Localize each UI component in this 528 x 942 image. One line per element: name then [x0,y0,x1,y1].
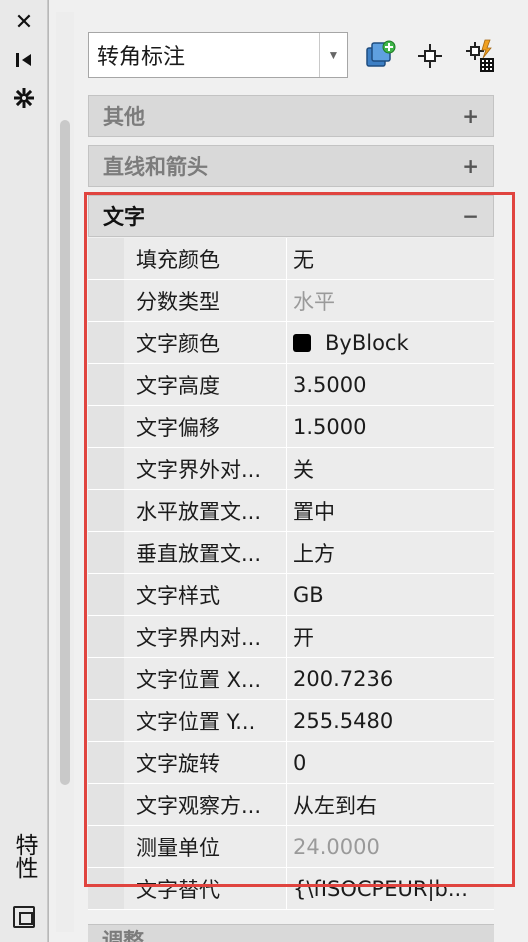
expand-icon[interactable]: + [462,104,479,128]
property-value[interactable]: 开 [287,616,494,658]
property-value[interactable]: 上方 [287,532,494,574]
object-type-value: 转角标注 [97,45,186,70]
property-value[interactable]: 200.7236 [287,658,494,700]
property-value: ByBlock [325,331,409,355]
property-name: 文字旋转 [124,742,287,784]
property-value-container[interactable]: ByBlock [287,322,494,364]
toggle-pickadd-icon[interactable] [460,36,500,76]
property-name: 文字颜色 [124,322,287,364]
property-name: 文字样式 [124,574,287,616]
property-row-text-pos-vertical[interactable]: 垂直放置文... 上方 [88,532,494,574]
property-row-text-offset[interactable]: 文字偏移 1.5000 [88,406,494,448]
expand-icon[interactable]: + [462,154,479,178]
auto-hide-icon[interactable] [10,46,38,74]
collapse-icon[interactable]: − [462,204,479,228]
property-value[interactable]: 从左到右 [287,784,494,826]
palette-title: 特性 [11,833,37,879]
color-swatch [293,334,311,352]
property-row-text-outside-align[interactable]: 文字界外对... 关 [88,448,494,490]
palette-title-strip: ✕ 特性 [0,0,48,942]
property-name: 文字高度 [124,364,287,406]
scrollbar-thumb[interactable] [60,120,70,785]
property-value[interactable]: 0 [287,742,494,784]
chevron-down-icon[interactable]: ▼ [319,33,347,77]
property-value[interactable]: {\fISOCPEUR|b... [287,868,494,910]
category-lines-arrows[interactable]: 直线和箭头 + [88,145,494,187]
property-row-text-rotation[interactable]: 文字旋转 0 [88,742,494,784]
property-value[interactable]: 关 [287,448,494,490]
property-value[interactable]: 置中 [287,490,494,532]
category-fit[interactable]: 调整 [88,924,494,942]
property-row-measurement[interactable]: 测量单位 24.0000 [88,826,494,868]
property-row-text-style[interactable]: 文字样式 GB [88,574,494,616]
property-value[interactable]: 3.5000 [287,364,494,406]
quick-select-icon[interactable] [360,36,400,76]
property-name: 文字偏移 [124,406,287,448]
property-row-text-inside-align[interactable]: 文字界内对... 开 [88,616,494,658]
property-name: 文字观察方... [124,784,287,826]
property-name: 分数类型 [124,280,287,322]
property-value[interactable]: 255.5480 [287,700,494,742]
property-grid: 填充颜色 无 分数类型 水平 文字颜色 ByBlock 文字高度 3.5000 … [88,238,494,910]
property-row-text-position-y[interactable]: 文字位置 Y... 255.5480 [88,700,494,742]
category-lines-arrows-label: 直线和箭头 [103,155,208,179]
property-name: 文字替代 [124,868,287,910]
property-name: 文字界外对... [124,448,287,490]
property-name: 文字界内对... [124,616,287,658]
category-text[interactable]: 文字 − [88,195,494,237]
property-value[interactable]: 无 [287,238,494,280]
property-name: 测量单位 [124,826,287,868]
property-name: 填充颜色 [124,238,287,280]
property-name: 文字位置 Y... [124,700,287,742]
palette-menu-icon[interactable] [13,906,35,928]
property-row-fill-color[interactable]: 填充颜色 无 [88,238,494,280]
property-row-text-view-direction[interactable]: 文字观察方... 从左到右 [88,784,494,826]
category-text-label: 文字 [103,205,145,229]
property-value[interactable]: 1.5000 [287,406,494,448]
property-value[interactable]: GB [287,574,494,616]
category-other[interactable]: 其他 + [88,95,494,137]
property-name: 垂直放置文... [124,532,287,574]
property-row-fraction-type[interactable]: 分数类型 水平 [88,280,494,322]
object-type-select[interactable]: 转角标注 ▼ [88,32,348,78]
category-other-label: 其他 [103,105,145,129]
property-value: 24.0000 [293,835,380,859]
select-objects-icon[interactable] [410,36,450,76]
settings-icon[interactable] [10,84,38,112]
property-row-text-height[interactable]: 文字高度 3.5000 [88,364,494,406]
property-value: 水平 [293,290,335,314]
close-icon[interactable]: ✕ [10,8,38,36]
property-row-text-color[interactable]: 文字颜色 ByBlock [88,322,494,364]
property-name: 文字位置 X... [124,658,287,700]
property-row-text-pos-horizontal[interactable]: 水平放置文... 置中 [88,490,494,532]
property-row-text-override[interactable]: 文字替代 {\fISOCPEUR|b... [88,868,494,910]
property-name: 水平放置文... [124,490,287,532]
property-row-text-position-x[interactable]: 文字位置 X... 200.7236 [88,658,494,700]
category-fit-label: 调整 [102,929,144,942]
